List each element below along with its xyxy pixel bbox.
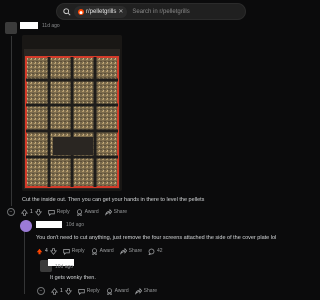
reply-label: Reply [71, 248, 85, 254]
comment-image[interactable] [22, 35, 122, 191]
reply-button[interactable]: Reply [63, 248, 85, 255]
share-icon [104, 208, 112, 216]
reply-label: Reply [56, 209, 70, 215]
close-icon[interactable]: ✕ [118, 8, 123, 15]
share-button[interactable]: Share [119, 247, 143, 255]
upvote-button[interactable]: 1 [21, 208, 42, 216]
collapse-icon[interactable]: − [7, 208, 15, 216]
award-icon [76, 208, 83, 216]
collapse-icon[interactable]: − [37, 287, 45, 295]
award-label: Award [114, 288, 129, 294]
community-chip[interactable]: r/pelletgrills ✕ [74, 5, 128, 18]
comment-text: It gets wonky then. [50, 275, 96, 281]
chat-button[interactable]: 42 [148, 248, 163, 255]
downvote-icon[interactable] [64, 287, 72, 295]
pellet-tray-photo [22, 35, 122, 191]
award-label: Award [99, 248, 114, 254]
share-button[interactable]: Share [134, 287, 158, 295]
search-input[interactable]: Search in r/pelletgrills [132, 9, 189, 15]
comment-actions: 4 Reply Award Share 42 [36, 246, 163, 256]
search-icon [63, 7, 71, 16]
award-icon [91, 247, 98, 255]
comment-age: 10d ago [55, 264, 74, 270]
downvote-icon[interactable] [49, 247, 57, 255]
vote-count: 1 [30, 209, 33, 215]
reddit-icon [78, 8, 84, 15]
upvote-button[interactable]: 4 [36, 247, 57, 255]
award-icon [106, 287, 113, 295]
upvote-icon [21, 208, 28, 216]
thread-line[interactable] [24, 228, 25, 294]
upvote-icon [51, 287, 58, 295]
share-label: Share [128, 248, 143, 254]
reply-icon [78, 288, 85, 295]
downvote-icon[interactable] [34, 208, 42, 216]
share-icon [134, 287, 142, 295]
thread-line[interactable] [11, 36, 12, 206]
community-chip-label: r/pelletgrills [86, 8, 117, 15]
username-redacted[interactable] [36, 221, 62, 228]
reply-icon [48, 209, 55, 216]
share-label: Share [113, 209, 128, 215]
avatar[interactable] [20, 220, 32, 232]
vote-count: 4 [45, 248, 48, 254]
vote-count: 1 [60, 288, 63, 294]
comment-age: 10d ago [66, 222, 85, 228]
comment-text: Cut the inside out. Then you can get you… [22, 197, 205, 203]
award-label: Award [84, 209, 99, 215]
avatar[interactable] [5, 22, 17, 34]
reply-button[interactable]: Reply [48, 209, 70, 216]
comment-age: 11d ago [42, 23, 60, 29]
comment-text: You don't need to cut anything, just rem… [36, 235, 277, 241]
comment-actions: − 1 Reply Award Share [37, 286, 157, 296]
upvote-icon [36, 248, 43, 255]
reply-button[interactable]: Reply [78, 288, 100, 295]
chat-count: 42 [157, 248, 163, 254]
username-redacted[interactable] [20, 22, 38, 29]
search-bar[interactable]: r/pelletgrills ✕ Search in r/pelletgrill… [56, 3, 246, 20]
upvote-button[interactable]: 1 [51, 287, 72, 295]
share-label: Share [143, 288, 158, 294]
comment-actions: − 1 Reply Award Share [7, 207, 127, 217]
chat-icon [148, 248, 155, 255]
share-icon [119, 247, 127, 255]
award-button[interactable]: Award [76, 208, 99, 216]
reply-label: Reply [86, 288, 100, 294]
award-button[interactable]: Award [106, 287, 129, 295]
reply-icon [63, 248, 70, 255]
award-button[interactable]: Award [91, 247, 114, 255]
share-button[interactable]: Share [104, 208, 128, 216]
